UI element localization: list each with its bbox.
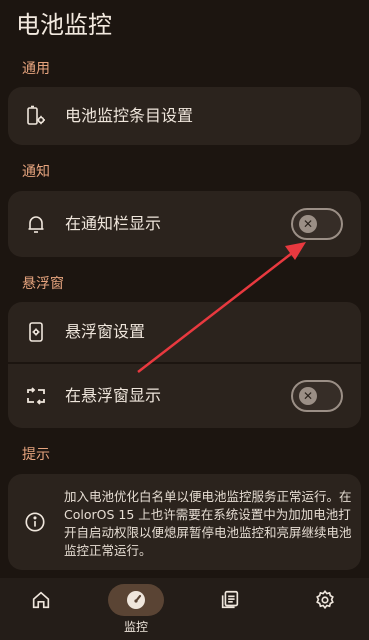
home-icon [30, 589, 52, 611]
arrow-line [137, 249, 297, 373]
annotation-arrow [137, 242, 306, 373]
bottom-nav: 监控 [0, 578, 369, 640]
list-icon [219, 589, 241, 611]
nav-monitor[interactable] [108, 584, 164, 616]
nav-settings[interactable] [297, 584, 353, 616]
nav-list[interactable] [202, 584, 258, 616]
nav-home[interactable] [13, 584, 69, 616]
speedometer-icon [124, 588, 148, 612]
gear-icon [314, 589, 336, 611]
nav-monitor-label: 监控 [123, 620, 148, 634]
